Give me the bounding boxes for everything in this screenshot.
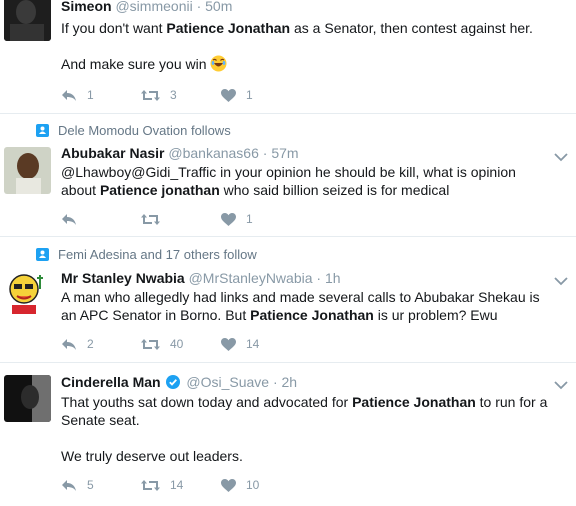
reply-button[interactable]: 1 — [61, 88, 97, 102]
text-segment: as a Senator, then contest against her. — [290, 20, 533, 36]
timestamp[interactable]: · 2h — [273, 374, 297, 390]
tweet-header: Simeon @simmeonii · 50m — [61, 0, 232, 14]
retweet-icon — [141, 338, 160, 350]
highlight-text: Patience jonathan — [99, 182, 220, 198]
avatar[interactable] — [4, 269, 51, 316]
handle[interactable]: @simmeonii — [115, 0, 192, 14]
tweet-header: Mr Stanley Nwabia @MrStanleyNwabia · 1h — [61, 270, 341, 286]
handle[interactable]: @bankanas66 — [168, 145, 259, 161]
tweet-actions: 1 3 1 — [61, 87, 275, 103]
retweet-button[interactable]: 14 — [141, 478, 187, 492]
retweet-count: 3 — [170, 88, 177, 102]
avatar[interactable] — [4, 147, 51, 194]
follow-context-icon — [36, 124, 49, 137]
social-context-text[interactable]: Dele Momodu Ovation follows — [58, 123, 231, 138]
display-name[interactable]: Cinderella Man — [61, 374, 161, 390]
reply-button[interactable] — [61, 213, 97, 226]
heart-icon — [221, 337, 236, 351]
text-segment: who said billion seized is for medical — [219, 182, 450, 198]
like-button[interactable]: 1 — [221, 88, 261, 102]
highlight-text: Patience Jonathan — [352, 394, 476, 410]
heart-icon — [221, 88, 236, 102]
like-button[interactable]: 14 — [221, 337, 261, 351]
tweet-text: @Lhawboy@Gidi_Traffic in your opinion he… — [61, 163, 564, 199]
tweet-actions: 5 14 10 — [61, 477, 275, 493]
tweet-header: Abubakar Nasir @bankanas66 · 57m — [61, 145, 299, 161]
text-segment: to run for a — [475, 394, 548, 410]
heart-icon — [221, 478, 236, 492]
joy-emoji-icon — [210, 55, 227, 76]
tweet-abubakar-nasir[interactable]: Dele Momodu Ovation follows Abubakar Nas… — [0, 114, 576, 237]
reply-button[interactable]: 2 — [61, 337, 97, 351]
text-segment: @Lhawboy@Gidi_Traffic in your opinion he… — [61, 164, 516, 180]
display-name[interactable]: Mr Stanley Nwabia — [61, 270, 185, 286]
text-segment: an APC Senator in Borno. But — [61, 307, 251, 323]
like-count: 10 — [246, 478, 260, 492]
avatar[interactable] — [4, 0, 51, 41]
retweet-icon — [141, 479, 160, 491]
text-segment: A man who allegedly had links and made s… — [61, 289, 540, 305]
chevron-down-icon[interactable] — [554, 273, 568, 286]
like-button[interactable]: 1 — [221, 212, 261, 226]
retweet-icon — [141, 213, 160, 225]
timestamp[interactable]: · 50m — [197, 0, 233, 14]
highlight-text: Patience Jonathan — [166, 20, 291, 36]
reply-button[interactable]: 5 — [61, 478, 97, 492]
highlight-text: Patience Jonathan — [250, 307, 374, 323]
tweet-cinderella-man[interactable]: Cinderella Man @Osi_Suave · 2h That yout… — [0, 363, 576, 506]
reply-count: 2 — [87, 337, 94, 351]
timestamp[interactable]: · 1h — [316, 270, 340, 286]
handle[interactable]: @MrStanleyNwabia — [189, 270, 313, 286]
like-count: 1 — [246, 212, 253, 226]
verified-badge-icon — [166, 375, 181, 392]
text-segment: Senate seat. — [61, 412, 140, 428]
handle[interactable]: @Osi_Suave — [186, 374, 269, 390]
text-segment: That youths sat down today and advocated… — [61, 394, 353, 410]
social-context-text[interactable]: Femi Adesina and 17 others follow — [58, 247, 257, 262]
chevron-down-icon[interactable] — [554, 149, 568, 162]
avatar[interactable] — [4, 375, 51, 422]
text-segment: about — [61, 182, 100, 198]
tweet-actions: 1 — [61, 211, 275, 227]
timestamp[interactable]: · 57m — [263, 145, 299, 161]
retweet-icon — [141, 89, 160, 101]
reply-count: 5 — [87, 478, 94, 492]
reply-icon — [62, 479, 76, 491]
tweet-text: That youths sat down today and advocated… — [61, 393, 564, 465]
tweet-text: A man who allegedly had links and made s… — [61, 288, 564, 324]
reply-icon — [62, 89, 76, 101]
tweet-actions: 2 40 14 — [61, 336, 275, 352]
follow-context-icon — [36, 248, 49, 261]
like-count: 14 — [246, 337, 260, 351]
social-context: Dele Momodu Ovation follows — [36, 123, 231, 138]
like-button[interactable]: 10 — [221, 478, 261, 492]
heart-icon — [221, 212, 236, 226]
tweet-simeon[interactable]: Simeon @simmeonii · 50m If you don't wan… — [0, 0, 576, 114]
display-name[interactable]: Abubakar Nasir — [61, 145, 164, 161]
tweet-header: Cinderella Man @Osi_Suave · 2h — [61, 374, 297, 392]
text-segment: If you don't want — [61, 20, 167, 36]
text-segment: We truly deserve out leaders. — [61, 448, 243, 464]
reply-icon — [62, 338, 76, 350]
tweet-text: If you don't want Patience Jonathan as a… — [61, 19, 564, 76]
tweet-stanley-nwabia[interactable]: Femi Adesina and 17 others follow Mr Sta… — [0, 237, 576, 363]
text-segment: And make sure you win — [61, 56, 207, 72]
retweet-button[interactable] — [141, 213, 187, 226]
retweet-count: 40 — [170, 337, 184, 351]
retweet-button[interactable]: 3 — [141, 88, 187, 102]
text-segment: is ur problem? Ewu — [373, 307, 498, 323]
reply-icon — [62, 213, 76, 225]
reply-count: 1 — [87, 88, 94, 102]
retweet-count: 14 — [170, 478, 184, 492]
chevron-down-icon[interactable] — [554, 377, 568, 390]
display-name[interactable]: Simeon — [61, 0, 112, 14]
retweet-button[interactable]: 40 — [141, 337, 187, 351]
social-context: Femi Adesina and 17 others follow — [36, 247, 257, 262]
like-count: 1 — [246, 88, 253, 102]
